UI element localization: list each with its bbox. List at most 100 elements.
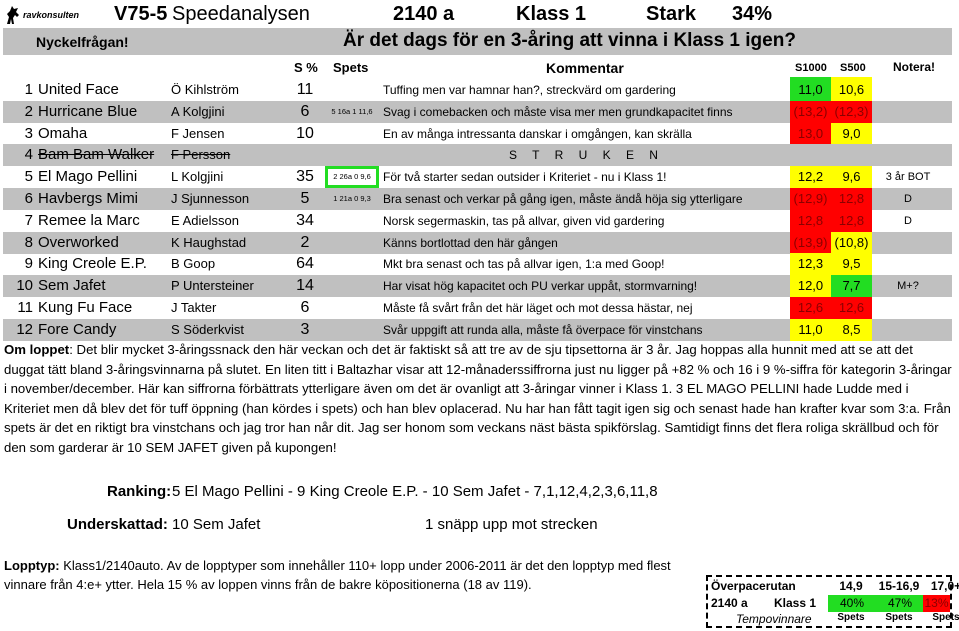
driver-name: J Takter	[171, 300, 217, 315]
overpace-label: Spets	[837, 612, 865, 623]
overpace-percent: 47%	[876, 595, 924, 612]
horse-number: 9	[24, 255, 33, 273]
note-value	[873, 253, 943, 275]
driver-name: Ö Kihlström	[171, 82, 239, 97]
race-type: Lopptyp: Klass1/2140auto. Av de lopptype…	[4, 556, 694, 594]
col-header-spct: S %	[294, 60, 318, 75]
horse-name: Hurricane Blue	[38, 102, 138, 120]
note-value	[873, 101, 943, 123]
key-question-text: Är det dags för en 3-åring att vinna i K…	[343, 30, 796, 51]
horse-number: 7	[24, 211, 33, 229]
start-percent: 6	[300, 102, 310, 120]
s1000-value: 12,0	[790, 275, 831, 298]
logo-text: ravkonsulten	[23, 10, 80, 20]
page-title: Speedanalysen	[172, 3, 310, 25]
driver-name: F Persson	[171, 147, 231, 163]
horse-row: 6 Havbergs Mimi J Sjunnesson 5 1 21a 0 9,3 Br…	[3, 188, 952, 210]
note-value	[873, 144, 943, 166]
horse-comment: En av många intressanta danskar i omgång…	[383, 126, 692, 141]
horse-name: King Creole E.P.	[38, 255, 147, 273]
s500-value: 10,6	[831, 79, 872, 101]
overpace-range: 14,9	[839, 579, 863, 593]
s500-value: 12,8	[831, 188, 872, 210]
underrated-note: 1 snäpp upp mot strecken	[425, 516, 598, 533]
driver-name: B Goop	[171, 256, 216, 272]
horse-row: 2 Hurricane Blue A Kolgjini 6 5 16a 1 11,6 Sv…	[3, 100, 952, 123]
start-percent: 6	[300, 299, 310, 316]
horse-name: El Mago Pellini	[38, 168, 138, 186]
horse-comment: Mkt bra senast och tas på allvar igen, 1…	[383, 257, 665, 272]
s500-value: (10,8)	[831, 231, 872, 254]
overpace-percent: 40%	[828, 595, 876, 612]
s1000-value: 12,2	[790, 166, 831, 189]
start-percent: 35	[296, 168, 314, 186]
s500-value: 9,5	[831, 253, 872, 276]
horse-row: 10 Sem Jafet P Untersteiner 14 Har visat hög…	[3, 275, 952, 298]
overpace-range: 15-16,9	[878, 579, 920, 593]
horse-row: 7 Remee la Marc E Adielsson 34 Norsk segerma…	[3, 209, 952, 232]
horse-comment: För två starter sedan outsider i Kriteri…	[383, 170, 667, 185]
note-value	[873, 232, 943, 254]
about-text: : Det blir mycket 3-åringssnack den här …	[4, 342, 952, 455]
horse-comment: Måste få svårt från det här läget och mo…	[383, 301, 693, 315]
s1000-value	[790, 144, 831, 166]
about-label: Om loppet	[4, 342, 70, 357]
spets-stat	[325, 297, 379, 319]
ranking-label: Ranking:	[107, 483, 172, 500]
spets-stat	[325, 232, 379, 254]
overpace-percent: 13%	[923, 595, 950, 612]
start-percent	[285, 144, 325, 166]
horse-comment: Norsk segermaskin, tas på allvar, given …	[383, 213, 665, 228]
note-value: D	[904, 193, 912, 205]
race-type-text: Klass1/2140auto. Av de lopptyper som inn…	[4, 558, 671, 592]
ranking-value: 5 El Mago Pellini - 9 King Creole E.P. -…	[172, 483, 658, 500]
driver-name: P Untersteiner	[171, 278, 254, 294]
horse-name: Kung Fu Face	[38, 299, 133, 316]
race-class: Klass 1	[516, 3, 587, 25]
spets-stat	[325, 144, 379, 166]
start-percent: 34	[296, 211, 314, 229]
horse-comment: Har visat hög kapacitet och PU verkar up…	[383, 279, 698, 294]
horse-row: 8 Overworked K Haughstad 2 Känns bortlottad …	[3, 231, 952, 254]
horse-name: Sem Jafet	[38, 277, 106, 295]
race-percent: 34%	[732, 3, 773, 25]
driver-name: L Kolgjini	[171, 169, 224, 185]
horse-name: Bam Bam Walker	[38, 146, 155, 164]
col-header-note: Notera!	[893, 60, 936, 74]
driver-name: K Haughstad	[171, 234, 247, 250]
horse-number: 11	[17, 299, 33, 316]
horse-number: 8	[24, 233, 33, 251]
horse-number: 5	[24, 168, 33, 186]
spets-stat: 1 21a 0 9,3	[333, 194, 371, 203]
s500-value	[831, 144, 872, 166]
col-header-s1000: S1000	[795, 62, 827, 74]
driver-name: J Sjunnesson	[171, 191, 250, 206]
note-value	[873, 79, 943, 101]
s500-value: 7,7	[831, 275, 872, 298]
race-label: V75-5	[114, 3, 168, 25]
race-strength: Stark	[646, 3, 697, 25]
horse-name: United Face	[38, 81, 119, 98]
note-value	[873, 297, 943, 319]
horse-name: Omaha	[38, 124, 88, 142]
col-header-spets: Spets	[333, 60, 369, 75]
start-percent: 64	[296, 255, 314, 273]
horse-number: 3	[24, 124, 33, 142]
s1000-value: 12,3	[790, 253, 831, 276]
overpace-title: Överpacerutan	[711, 579, 796, 593]
spets-stat: 2 26a 0 9,6	[325, 166, 379, 189]
overpace-class: Klass 1	[774, 596, 817, 610]
driver-name: F Jensen	[171, 125, 225, 141]
note-value: D	[904, 214, 912, 227]
spets-stat	[325, 275, 379, 297]
horse-number: 2	[24, 102, 33, 120]
note-value	[873, 319, 943, 341]
overpace-subtitle: Tempovinnare	[736, 612, 812, 626]
horse-comment: Bra senast och verkar på gång igen, måst…	[383, 192, 743, 206]
horse-name: Overworked	[38, 233, 119, 251]
start-percent: 2	[300, 233, 310, 251]
start-percent: 11	[296, 81, 314, 98]
horse-name: Remee la Marc	[38, 211, 140, 229]
note-value: 3 år BOT	[885, 171, 931, 184]
horse-row: 5 El Mago Pellini L Kolgjini 35 2 26a 0 9,6 F…	[3, 166, 952, 189]
